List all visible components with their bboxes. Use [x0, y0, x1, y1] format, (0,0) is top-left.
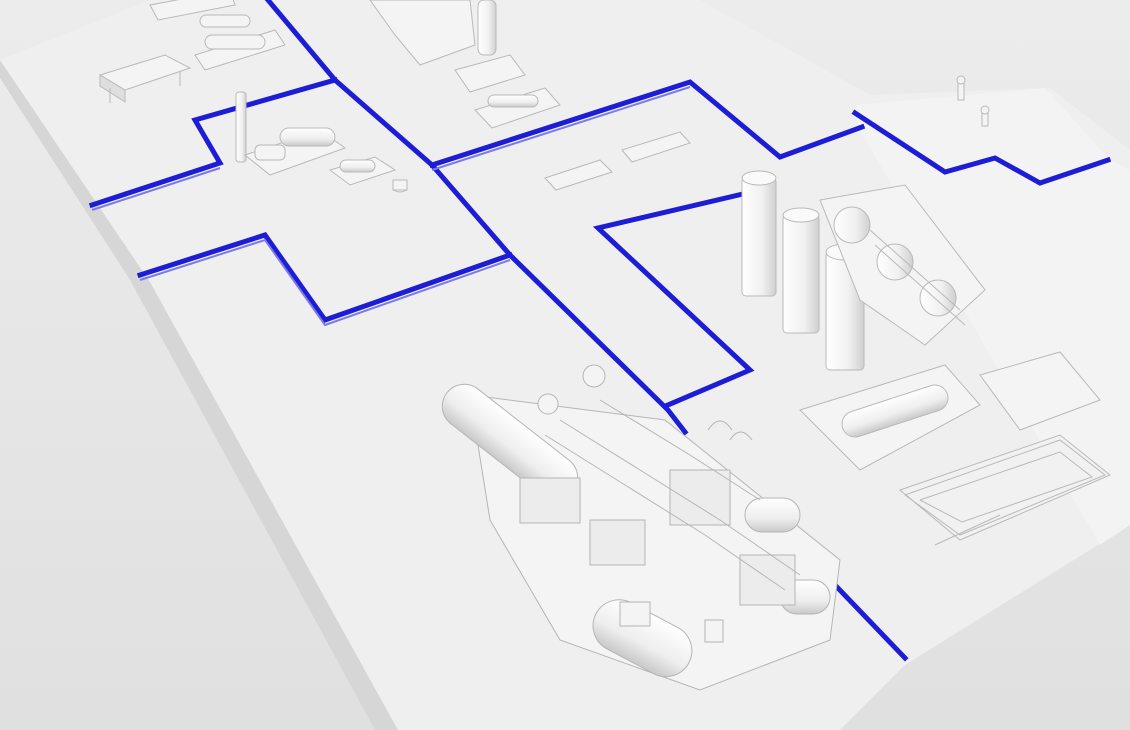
equipment-block — [519, 477, 581, 524]
small-round-tank — [582, 364, 606, 388]
pump-vessel — [339, 159, 376, 173]
process-drum — [254, 144, 286, 161]
equipment-block — [739, 554, 796, 606]
skid-vessel — [204, 34, 266, 50]
storage-tank — [782, 207, 820, 334]
tall-tower — [477, 0, 497, 56]
storage-tank — [741, 170, 777, 297]
process-drum — [279, 127, 336, 147]
control-cabin — [619, 601, 651, 627]
small-cabinet — [704, 619, 724, 643]
vessel-drum — [744, 497, 801, 533]
valve-handle — [980, 105, 990, 115]
valve-handle — [956, 75, 966, 85]
compressor-drum — [487, 94, 539, 108]
industrial-plant-scene — [0, 0, 1130, 730]
distillation-column — [235, 91, 247, 163]
skid-vessel — [199, 14, 251, 28]
small-round-tank — [537, 393, 559, 415]
domed-tank — [833, 206, 871, 244]
domed-tank — [919, 279, 957, 317]
equipment-block — [589, 519, 646, 566]
small-tank-body — [392, 179, 408, 191]
equipment-block — [669, 469, 731, 526]
